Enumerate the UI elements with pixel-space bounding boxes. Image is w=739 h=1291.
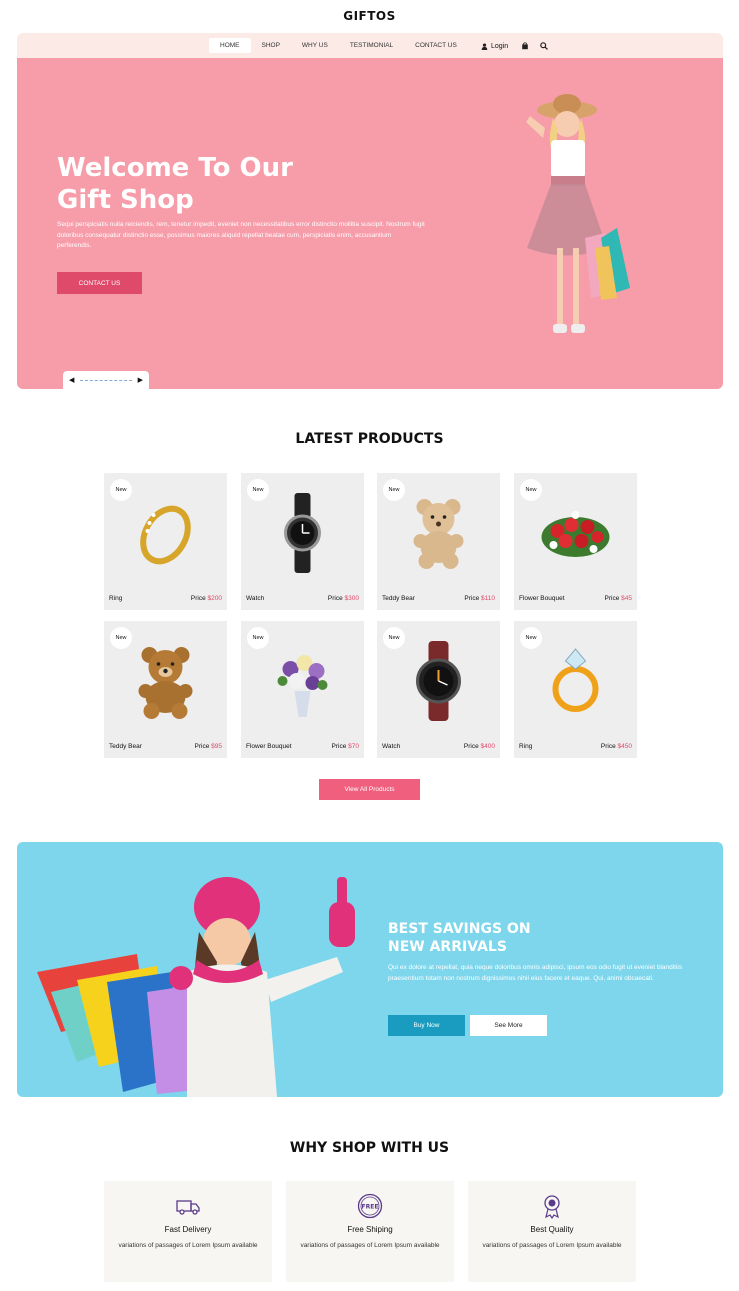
product-card[interactable]: New Watch Price $400 bbox=[377, 621, 500, 758]
teddy-bear-icon bbox=[413, 499, 464, 569]
product-price: Price $95 bbox=[194, 743, 222, 750]
promo-banner: BEST SAVINGS ON NEW ARRIVALS Qui ex dolo… bbox=[17, 842, 723, 1097]
product-price: Price $400 bbox=[463, 743, 495, 750]
user-icon bbox=[481, 43, 488, 50]
ring-icon bbox=[140, 505, 191, 565]
product-card[interactable]: New Watch Price $300 bbox=[241, 473, 364, 610]
view-all-products-button[interactable]: View All Products bbox=[319, 779, 420, 800]
promo-title-line2: NEW ARRIVALS bbox=[388, 939, 507, 955]
feature-card: Best Quality variations of passages of L… bbox=[468, 1181, 636, 1282]
product-name: Teddy Bear bbox=[382, 595, 415, 602]
hero-title-line2: Gift Shop bbox=[57, 185, 194, 215]
see-more-button[interactable]: See More bbox=[470, 1015, 547, 1036]
product-card[interactable]: New Flower Bouquet Price $70 bbox=[241, 621, 364, 758]
svg-text:FREE: FREE bbox=[362, 1204, 379, 1211]
contact-us-button[interactable]: CONTACT US bbox=[57, 272, 142, 294]
promo-title-line1: BEST SAVINGS ON bbox=[388, 921, 531, 937]
hero-title: Welcome To Our Gift Shop bbox=[57, 152, 357, 216]
feature-title: Best Quality bbox=[530, 1225, 574, 1234]
ring-icon bbox=[552, 648, 599, 712]
hero-title-line1: Welcome To Our bbox=[57, 153, 293, 183]
promo-girl-image bbox=[37, 877, 355, 1097]
product-name: Flower Bouquet bbox=[519, 595, 565, 602]
free-badge-icon: FREE bbox=[357, 1193, 383, 1219]
watch-icon bbox=[284, 493, 321, 573]
promo-text: Qui ex dolore at repellat, quia neque do… bbox=[388, 964, 683, 982]
nav-item-why-us[interactable]: WHY US bbox=[291, 38, 339, 53]
delivery-truck-icon bbox=[176, 1200, 200, 1215]
product-price: Price $200 bbox=[190, 595, 222, 602]
product-price: Price $45 bbox=[604, 595, 632, 602]
product-price: Price $110 bbox=[464, 595, 495, 602]
login-link[interactable]: Login bbox=[481, 43, 508, 50]
watch-icon bbox=[416, 641, 461, 721]
bouquet-icon bbox=[277, 655, 328, 717]
nav-item-home[interactable]: HOME bbox=[209, 38, 251, 53]
top-navigation: HOME SHOP WHY US TESTIMONIAL CONTACT US … bbox=[17, 33, 723, 58]
nav-item-shop[interactable]: SHOP bbox=[251, 38, 291, 53]
product-name: Watch bbox=[382, 743, 401, 750]
product-price: Price $450 bbox=[600, 743, 632, 750]
feature-title: Free Shiping bbox=[347, 1225, 393, 1234]
feature-title: Fast Delivery bbox=[164, 1225, 212, 1234]
promo-title: BEST SAVINGS ON NEW ARRIVALS bbox=[388, 920, 638, 956]
product-card[interactable]: New Ring Price $200 bbox=[104, 473, 227, 610]
product-price: Price $300 bbox=[327, 595, 359, 602]
quality-medal-icon bbox=[544, 1195, 560, 1219]
product-name: Watch bbox=[246, 595, 265, 602]
feature-text: variations of passages of Lorem Ipsum av… bbox=[118, 1242, 258, 1249]
teddy-bear-icon bbox=[138, 647, 193, 719]
product-card[interactable]: New Ring Price $450 bbox=[514, 621, 637, 758]
feature-card: FREE Free Shiping variations of passages… bbox=[286, 1181, 454, 1282]
cart-icon[interactable] bbox=[521, 42, 529, 50]
feature-card: Fast Delivery variations of passages of … bbox=[104, 1181, 272, 1282]
buy-now-button[interactable]: Buy Now bbox=[388, 1015, 465, 1036]
feature-text: variations of passages of Lorem Ipsum av… bbox=[482, 1242, 622, 1249]
product-card[interactable]: New Flower Bouquet Price $45 bbox=[514, 473, 637, 610]
product-name: Teddy Bear bbox=[109, 743, 142, 750]
arrow-left-icon[interactable]: ◀ bbox=[69, 376, 74, 384]
hero-slider-control: ◀ ▶ bbox=[63, 371, 149, 389]
arrow-right-icon[interactable]: ▶ bbox=[138, 376, 143, 384]
product-name: Ring bbox=[519, 743, 533, 750]
slider-dots bbox=[80, 379, 132, 381]
nav-item-contact-us[interactable]: CONTACT US bbox=[404, 38, 468, 53]
why-shop-title: WHY SHOP WITH US bbox=[289, 1140, 450, 1156]
hero-text: Sequi perspiciatis nulla reiciendis, rem… bbox=[57, 221, 425, 249]
feature-text: variations of passages of Lorem Ipsum av… bbox=[300, 1242, 440, 1249]
product-card[interactable]: New Teddy Bear Price $110 bbox=[377, 473, 500, 610]
product-card[interactable]: New Teddy Bear Price $95 bbox=[104, 621, 227, 758]
nav-menu: HOME SHOP WHY US TESTIMONIAL CONTACT US bbox=[209, 38, 468, 53]
bouquet-icon bbox=[541, 511, 610, 557]
product-name: Ring bbox=[109, 595, 123, 602]
login-label: Login bbox=[491, 43, 509, 50]
hero-banner: Welcome To Our Gift Shop Sequi perspicia… bbox=[17, 58, 723, 389]
latest-products-title: LATEST PRODUCTS bbox=[295, 431, 444, 447]
nav-item-testimonial[interactable]: TESTIMONIAL bbox=[339, 38, 404, 53]
search-icon[interactable] bbox=[540, 42, 548, 50]
product-price: Price $70 bbox=[331, 743, 359, 750]
brand-logo[interactable]: GIFTOS bbox=[0, 9, 739, 23]
product-name: Flower Bouquet bbox=[246, 743, 292, 750]
hero-girl-image bbox=[526, 94, 630, 333]
